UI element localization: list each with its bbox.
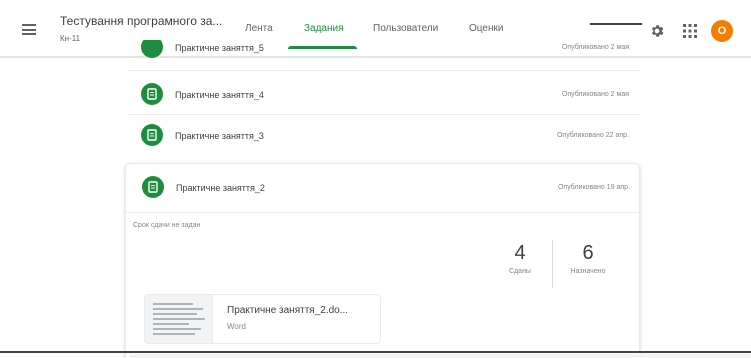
attachment-card[interactable]: Практичне заняття_2.do... Word	[144, 294, 381, 344]
assignment-date: Опубликовано 2 мая	[561, 44, 629, 51]
assignment-icon	[141, 83, 163, 105]
tab-people[interactable]: Пользователи	[373, 23, 438, 34]
tab-grades[interactable]: Оценки	[469, 23, 503, 34]
turned-in-label: Сданы	[509, 268, 531, 275]
bottom-overlay	[130, 354, 751, 358]
assigned-count: 6	[582, 242, 594, 264]
assignment-icon	[142, 176, 164, 198]
card-divider	[126, 212, 639, 213]
due-date-text: Срок сдачи не задан	[133, 222, 201, 229]
assignment-row[interactable]: Практичне заняття_4 Опубликовано 2 мая	[127, 75, 639, 119]
turned-in-stat[interactable]: 4 Сданы	[488, 240, 552, 290]
assignment-row[interactable]: Практичне заняття_5 Опубликовано 2 мая	[127, 40, 639, 62]
assignment-title: Практичне заняття_3	[175, 131, 264, 141]
assignment-date: Опубликовано 19 апр.	[557, 184, 630, 191]
class-subtitle: Кн-11	[60, 34, 81, 43]
assignment-icon	[141, 124, 163, 146]
apps-icon[interactable]	[683, 24, 697, 38]
attachment-type: Word	[227, 322, 246, 331]
turned-in-count: 4	[514, 242, 526, 264]
assignment-title: Практичне заняття_2	[176, 183, 265, 193]
expanded-assignment-card: Практичне заняття_2 Опубликовано 19 апр.…	[125, 163, 640, 358]
assignment-date: Опубликовано 2 мая	[561, 91, 629, 98]
assignment-date: Опубликовано 22 апр.	[556, 132, 629, 139]
assignment-row[interactable]: Практичне заняття_3 Опубликовано 22 апр.	[127, 116, 639, 160]
class-title[interactable]: Тестування програмного за...	[60, 14, 222, 28]
tab-feed[interactable]: Лента	[245, 23, 273, 34]
assigned-label: Назначено	[570, 268, 606, 275]
window-divider	[590, 23, 642, 25]
menu-icon[interactable]	[22, 24, 36, 35]
bottom-border	[0, 351, 751, 353]
classroom-window: Тестування програмного за... Кн-11 Лента…	[0, 0, 751, 358]
document-thumbnail-icon	[145, 295, 213, 343]
settings-icon[interactable]	[649, 23, 665, 39]
list-divider	[127, 114, 639, 115]
list-divider	[127, 70, 639, 71]
attachment-name: Практичне заняття_2.do...	[227, 305, 349, 316]
assignment-row[interactable]: Практичне заняття_2 Опубликовано 19 апр.	[128, 168, 640, 212]
assignment-icon	[141, 40, 163, 58]
stat-divider	[552, 240, 553, 288]
assigned-stat[interactable]: 6 Назначено	[556, 240, 620, 290]
assignment-title: Практичне заняття_4	[175, 90, 264, 100]
avatar[interactable]: О	[711, 20, 733, 42]
assignment-title: Практичне заняття_5	[175, 43, 264, 53]
tab-assignments[interactable]: Задания	[304, 23, 344, 34]
